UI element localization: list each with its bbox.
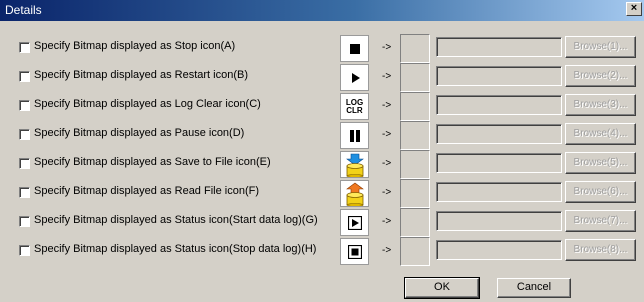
- cancel-button[interactable]: Cancel: [497, 278, 571, 298]
- bitmap-preview: [400, 208, 430, 237]
- bitmap-path-input[interactable]: [436, 211, 562, 231]
- pause-icon: [340, 122, 369, 149]
- arrow: ->: [382, 187, 392, 198]
- bitmap-row-restart: Specify Bitmap displayed as Restart icon…: [0, 62, 644, 92]
- browse-button-7[interactable]: Browse(7)...: [565, 210, 636, 232]
- title-bar: Details ×: [0, 0, 644, 21]
- stop-icon-label: Specify Bitmap displayed as Stop icon(A): [34, 40, 236, 52]
- stop-icon: [340, 35, 369, 62]
- arrow: ->: [382, 129, 392, 140]
- bitmap-preview: [400, 34, 430, 63]
- browse-button-4[interactable]: Browse(4)...: [565, 123, 636, 145]
- pause-icon-label: Specify Bitmap displayed as Pause icon(D…: [34, 127, 245, 139]
- bitmap-preview: [400, 92, 430, 121]
- restart-icon-label: Specify Bitmap displayed as Restart icon…: [34, 69, 248, 81]
- bitmap-row-status-start: Specify Bitmap displayed as Status icon(…: [0, 207, 644, 237]
- arrow: ->: [382, 245, 392, 256]
- bitmap-path-input[interactable]: [436, 95, 562, 115]
- bitmap-preview: [400, 179, 430, 208]
- arrow: ->: [382, 71, 392, 82]
- browse-button-5[interactable]: Browse(5)...: [565, 152, 636, 174]
- status-start-icon-label: Specify Bitmap displayed as Status icon(…: [34, 214, 318, 226]
- bitmap-path-input[interactable]: [436, 124, 562, 144]
- save-to-file-icon: [340, 151, 369, 178]
- status-start-icon: [340, 209, 369, 236]
- log-clear-icon-label: Specify Bitmap displayed as Log Clear ic…: [34, 98, 261, 110]
- arrow: ->: [382, 216, 392, 227]
- bitmap-path-input[interactable]: [436, 153, 562, 173]
- restart-icon-checkbox[interactable]: [19, 71, 30, 82]
- ok-button[interactable]: OK: [404, 277, 480, 299]
- browse-button-1[interactable]: Browse(1)...: [565, 36, 636, 58]
- stop-icon-checkbox[interactable]: [19, 42, 30, 53]
- dialog-title: Details: [5, 3, 42, 17]
- read-file-icon-label: Specify Bitmap displayed as Read File ic…: [34, 185, 259, 197]
- save-to-file-icon-checkbox[interactable]: [19, 158, 30, 169]
- bitmap-row-save: Specify Bitmap displayed as Save to File…: [0, 149, 644, 179]
- status-stop-icon-checkbox[interactable]: [19, 245, 30, 256]
- bitmap-preview: [400, 121, 430, 150]
- read-file-icon: [340, 180, 369, 207]
- browse-button-3[interactable]: Browse(3)...: [565, 94, 636, 116]
- log-clear-icon-checkbox[interactable]: [19, 100, 30, 111]
- bitmap-row-status-stop: Specify Bitmap displayed as Status icon(…: [0, 236, 644, 266]
- bitmap-path-input[interactable]: [436, 37, 562, 57]
- log-clear-icon: LOG CLR: [340, 93, 369, 120]
- bitmap-path-input[interactable]: [436, 182, 562, 202]
- read-file-icon-checkbox[interactable]: [19, 187, 30, 198]
- status-stop-icon-label: Specify Bitmap displayed as Status icon(…: [34, 243, 317, 255]
- pause-icon-checkbox[interactable]: [19, 129, 30, 140]
- arrow: ->: [382, 158, 392, 169]
- bitmap-row-read: Specify Bitmap displayed as Read File ic…: [0, 178, 644, 208]
- status-start-icon-checkbox[interactable]: [19, 216, 30, 227]
- details-dialog: Details × Specify Bitmap displayed as St…: [0, 0, 644, 302]
- status-stop-icon: [340, 238, 369, 265]
- bitmap-preview: [400, 150, 430, 179]
- browse-button-6[interactable]: Browse(6)...: [565, 181, 636, 203]
- bitmap-preview: [400, 63, 430, 92]
- bitmap-path-input[interactable]: [436, 66, 562, 86]
- arrow: ->: [382, 42, 392, 53]
- save-to-file-icon-label: Specify Bitmap displayed as Save to File…: [34, 156, 271, 168]
- bitmap-preview: [400, 237, 430, 266]
- arrow: ->: [382, 100, 392, 111]
- close-button[interactable]: ×: [626, 2, 642, 16]
- browse-button-8[interactable]: Browse(8)...: [565, 239, 636, 261]
- bitmap-row-log-clear: Specify Bitmap displayed as Log Clear ic…: [0, 91, 644, 121]
- play-icon: [340, 64, 369, 91]
- log-clear-icon-text: LOG CLR: [345, 97, 364, 115]
- bitmap-row-stop: Specify Bitmap displayed as Stop icon(A)…: [0, 33, 644, 63]
- browse-button-2[interactable]: Browse(2)...: [565, 65, 636, 87]
- bitmap-path-input[interactable]: [436, 240, 562, 260]
- bitmap-row-pause: Specify Bitmap displayed as Pause icon(D…: [0, 120, 644, 150]
